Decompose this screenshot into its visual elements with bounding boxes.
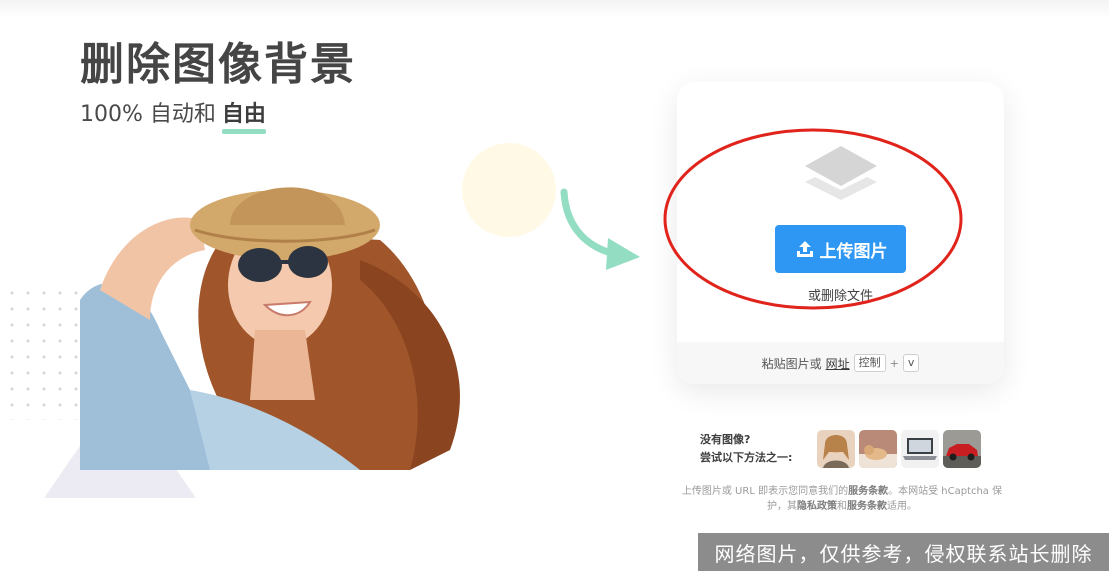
v-key-badge: v	[902, 354, 920, 372]
curved-arrow-icon	[560, 188, 640, 270]
upload-icon	[796, 241, 813, 257]
upload-image-button[interactable]: 上传图片	[775, 225, 906, 273]
hero-subtitle-emphasis: 自由	[221, 96, 266, 134]
paste-url-link[interactable]: 网址	[826, 355, 850, 372]
layers-icon	[805, 146, 877, 200]
sample-images-label: 没有图像? 尝试以下方法之一:	[700, 431, 792, 467]
hcaptcha-terms-link[interactable]: 服务条款	[847, 501, 887, 512]
page-title: 删除图像背景	[80, 39, 356, 90]
terms-text-4: 适用。	[887, 501, 917, 512]
sample-animal-thumb[interactable]	[859, 430, 897, 468]
drop-file-hint: 或删除文件	[807, 289, 873, 304]
watermark-banner: 网络图片，仅供参考，侵权联系站长删除	[698, 533, 1109, 571]
try-one-text: 尝试以下方法之一:	[700, 451, 793, 464]
key-plus: +	[889, 356, 899, 370]
hero-photo-woman	[80, 187, 460, 470]
ctrl-key-badge: 控制	[853, 354, 886, 372]
terms-text-3: 和	[837, 501, 847, 512]
paste-hint-bar: 粘贴图片或 网址 控制 + v	[677, 342, 1004, 384]
hero-subtitle-prefix: 100% 自动和	[80, 102, 216, 127]
upload-button-label: 上传图片	[819, 241, 888, 262]
terms-of-service-link[interactable]: 服务条款	[848, 486, 888, 497]
sample-thumbnails	[817, 430, 981, 468]
no-image-text: 没有图像?	[700, 433, 751, 446]
sample-laptop-thumb[interactable]	[901, 430, 939, 468]
sample-car-thumb[interactable]	[943, 430, 981, 468]
sample-woman-thumb[interactable]	[817, 430, 855, 468]
paste-hint-text: 粘贴图片或	[761, 356, 822, 371]
terms-notice: 上传图片或 URL 即表示您同意我们的服务条款。本网站受 hCaptcha 保护…	[672, 484, 1012, 514]
sun-circle-decoration	[462, 143, 556, 237]
hero-subtitle: 100% 自动和 自由	[80, 96, 266, 134]
top-bar	[0, 0, 1109, 18]
terms-text-1: 上传图片或 URL 即表示您同意我们的	[681, 486, 849, 497]
upload-card[interactable]: 上传图片 或删除文件 粘贴图片或 网址 控制 + v	[677, 82, 1004, 384]
privacy-policy-link[interactable]: 隐私政策	[797, 501, 837, 512]
